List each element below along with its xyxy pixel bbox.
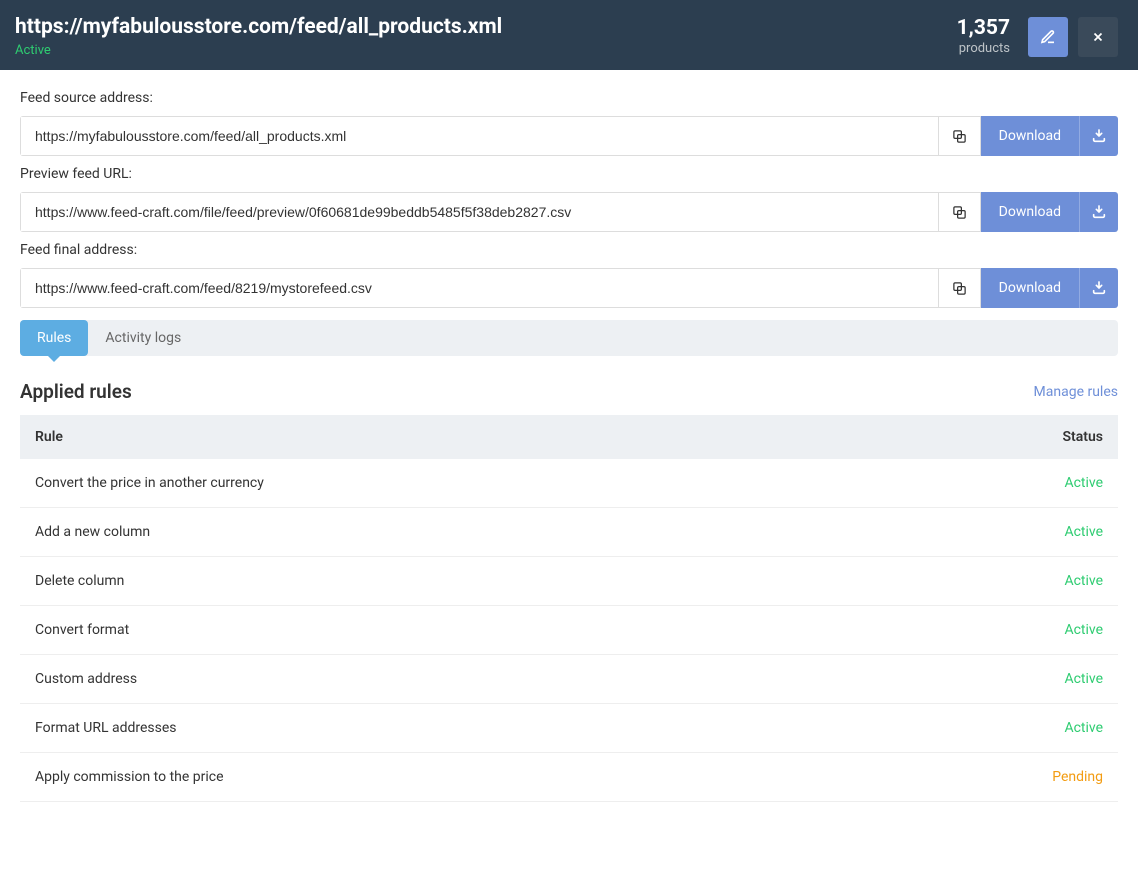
products-count: 1,357 [957, 17, 1010, 40]
preview-input[interactable] [20, 192, 939, 232]
rule-status: Active [1064, 573, 1103, 589]
table-row[interactable]: Convert format Active [20, 606, 1118, 655]
copy-icon [952, 129, 967, 144]
download-icon [1091, 128, 1107, 144]
final-copy-button[interactable] [939, 268, 981, 308]
manage-rules-link[interactable]: Manage rules [1034, 384, 1118, 400]
rule-name: Format URL addresses [35, 720, 177, 736]
preview-copy-button[interactable] [939, 192, 981, 232]
rule-name: Convert format [35, 622, 129, 638]
rule-name: Convert the price in another currency [35, 475, 264, 491]
rule-name: Add a new column [35, 524, 150, 540]
products-label: products [957, 41, 1010, 56]
rule-status: Pending [1052, 769, 1103, 785]
close-icon [1091, 30, 1105, 44]
source-download-icon-button[interactable] [1080, 116, 1118, 156]
table-row[interactable]: Delete column Active [20, 557, 1118, 606]
source-input[interactable] [20, 116, 939, 156]
rule-name: Apply commission to the price [35, 769, 224, 785]
download-icon [1091, 280, 1107, 296]
rule-status: Active [1064, 475, 1103, 491]
copy-icon [952, 281, 967, 296]
rule-name: Custom address [35, 671, 137, 687]
table-row[interactable]: Custom address Active [20, 655, 1118, 704]
table-row[interactable]: Format URL addresses Active [20, 704, 1118, 753]
source-copy-button[interactable] [939, 116, 981, 156]
rule-status: Active [1064, 671, 1103, 687]
products-summary: 1,357 products [957, 17, 1010, 55]
final-label: Feed final address: [20, 242, 1118, 258]
applied-rules-title: Applied rules [20, 380, 132, 403]
copy-icon [952, 205, 967, 220]
preview-download-button[interactable]: Download [981, 192, 1080, 232]
source-label: Feed source address: [20, 90, 1118, 106]
preview-label: Preview feed URL: [20, 166, 1118, 182]
table-row[interactable]: Convert the price in another currency Act… [20, 459, 1118, 508]
feed-status: Active [15, 43, 502, 58]
rule-status: Active [1064, 524, 1103, 540]
close-button[interactable] [1078, 17, 1118, 57]
table-row[interactable]: Apply commission to the price Pending [20, 753, 1118, 802]
table-row[interactable]: Add a new column Active [20, 508, 1118, 557]
rule-status: Active [1064, 622, 1103, 638]
rule-name: Delete column [35, 573, 124, 589]
column-header-rule: Rule [35, 429, 63, 445]
tab-activity-logs[interactable]: Activity logs [88, 320, 198, 356]
pencil-icon [1040, 29, 1056, 45]
tab-rules[interactable]: Rules [20, 320, 88, 356]
page-title: https://myfabulousstore.com/feed/all_pro… [15, 15, 502, 39]
edit-button[interactable] [1028, 17, 1068, 57]
download-icon [1091, 204, 1107, 220]
preview-download-icon-button[interactable] [1080, 192, 1118, 232]
source-download-button[interactable]: Download [981, 116, 1080, 156]
final-download-icon-button[interactable] [1080, 268, 1118, 308]
final-input[interactable] [20, 268, 939, 308]
rule-status: Active [1064, 720, 1103, 736]
final-download-button[interactable]: Download [981, 268, 1080, 308]
column-header-status: Status [1063, 429, 1103, 445]
